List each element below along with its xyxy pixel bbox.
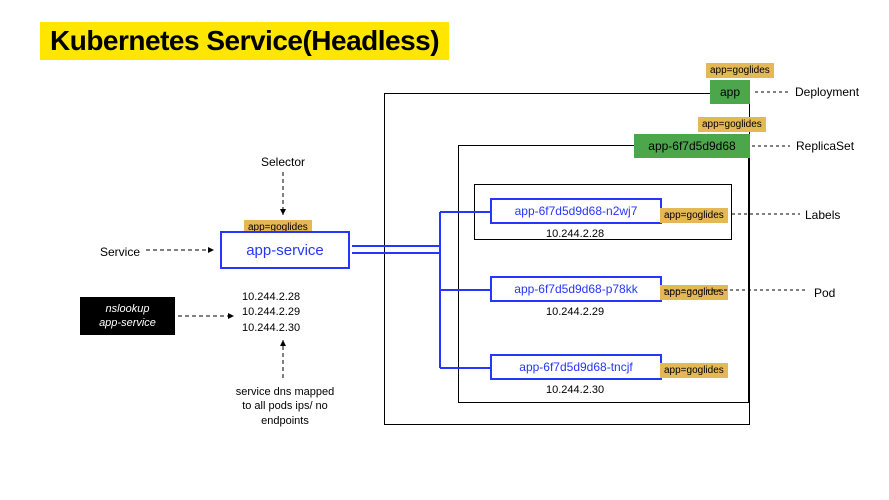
replicaset-box: app-6f7d5d9d68 bbox=[634, 134, 750, 158]
deployment-label-tag: app=goglides bbox=[706, 63, 774, 78]
pod1-label-tag: app=goglides bbox=[660, 208, 728, 223]
pod-box-3: app-6f7d5d9d68-tncjf bbox=[490, 354, 662, 380]
ip-2: 10.244.2.29 bbox=[242, 305, 300, 320]
deployment-box: app bbox=[710, 80, 750, 104]
right-label-replicaset: ReplicaSet bbox=[796, 139, 854, 153]
nslookup-line1: nslookup bbox=[105, 302, 149, 316]
selector-label: Selector bbox=[261, 155, 305, 169]
service-box: app-service bbox=[220, 231, 350, 269]
service-label: Service bbox=[100, 245, 140, 259]
right-label-deployment: Deployment bbox=[795, 85, 859, 99]
pod2-ip: 10.244.2.29 bbox=[546, 306, 604, 318]
pod3-ip: 10.244.2.30 bbox=[546, 384, 604, 396]
ip-1: 10.244.2.28 bbox=[242, 290, 300, 305]
ip-3: 10.244.2.30 bbox=[242, 321, 300, 336]
right-label-pod: Pod bbox=[814, 286, 835, 300]
diagram-title: Kubernetes Service(Headless) bbox=[40, 22, 449, 60]
pod3-label-tag: app=goglides bbox=[660, 363, 728, 378]
right-label-labels: Labels bbox=[805, 208, 840, 222]
pod2-label-tag: app=goglides bbox=[660, 285, 728, 300]
dns-caption-line1: service dns mapped bbox=[215, 385, 355, 399]
dns-caption: service dns mapped to all pods ips/ no e… bbox=[215, 385, 355, 428]
nslookup-box: nslookup app-service bbox=[80, 297, 175, 335]
dns-caption-line3: endpoints bbox=[215, 414, 355, 428]
pod-box-2: app-6f7d5d9d68-p78kk bbox=[490, 276, 662, 302]
nslookup-line2: app-service bbox=[99, 316, 156, 330]
dns-caption-line2: to all pods ips/ no bbox=[215, 399, 355, 413]
service-ip-list: 10.244.2.28 10.244.2.29 10.244.2.30 bbox=[242, 290, 300, 336]
pod1-ip: 10.244.2.28 bbox=[546, 228, 604, 240]
pod-box-1: app-6f7d5d9d68-n2wj7 bbox=[490, 198, 662, 224]
replicaset-label-tag: app=goglides bbox=[698, 117, 766, 132]
